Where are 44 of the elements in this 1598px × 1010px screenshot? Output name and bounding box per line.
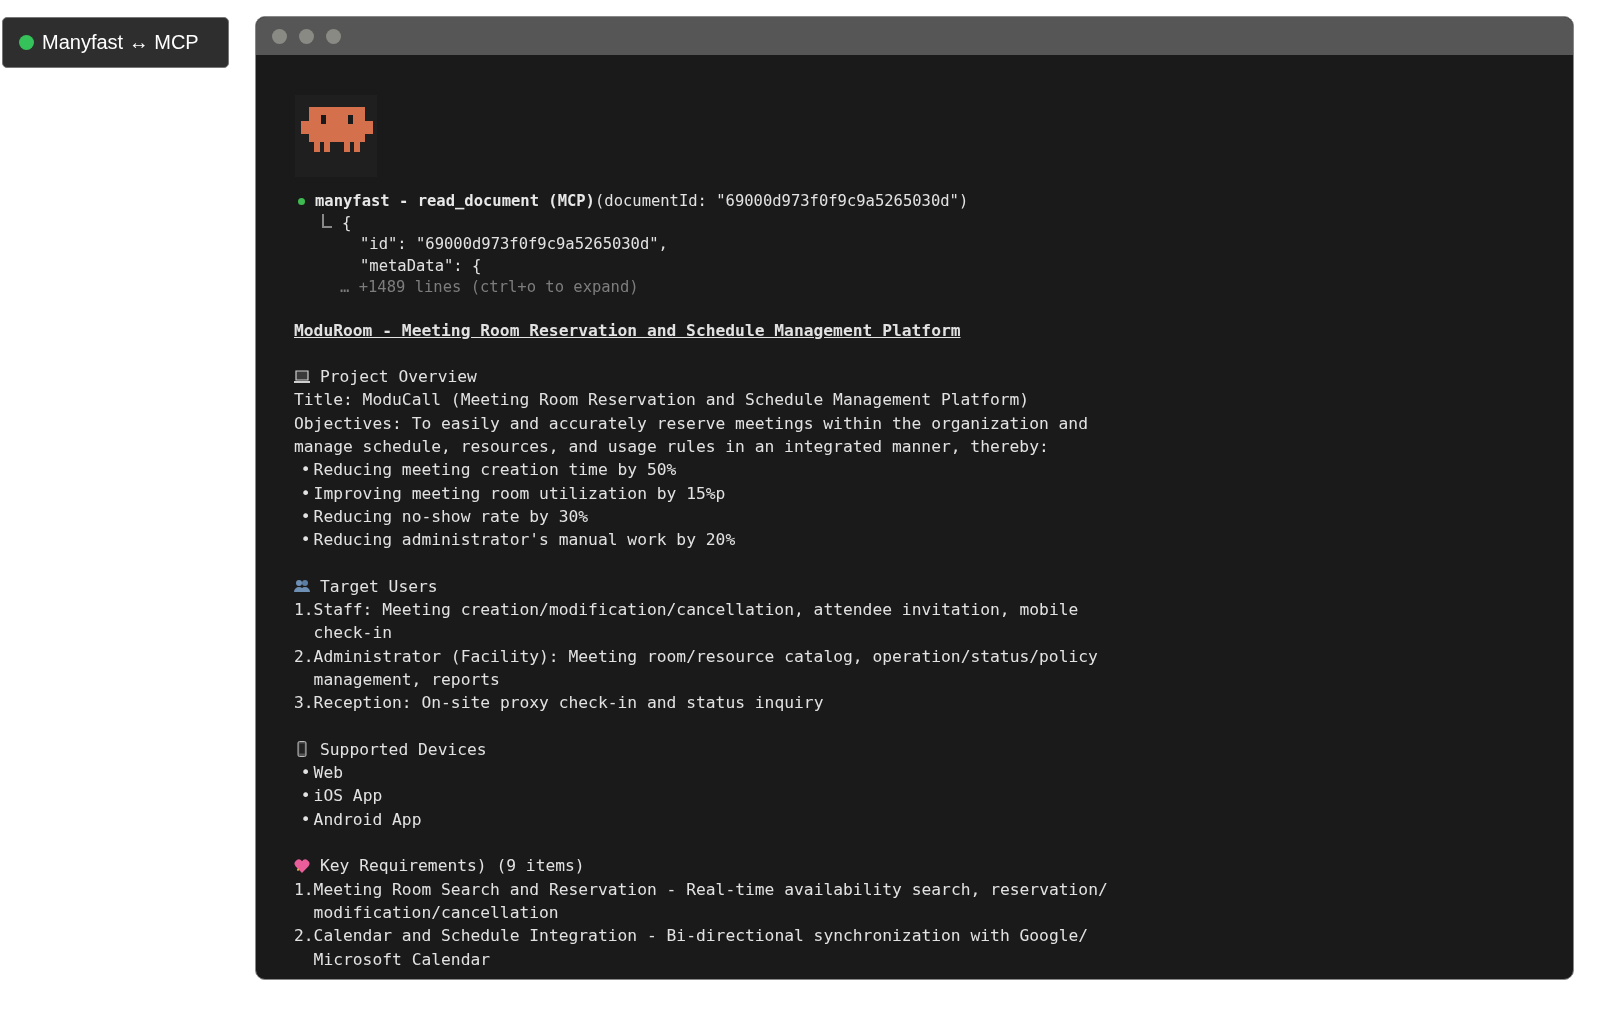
bullet-marker: • (299, 459, 312, 482)
bullet-marker: • (299, 529, 312, 552)
badge-label: Manyfast ↔ MCP (42, 31, 199, 54)
bullet-marker: • (299, 762, 312, 785)
list-number: 1. (294, 878, 314, 901)
close-button[interactable] (272, 28, 287, 44)
section-heading: Target Users (320, 575, 438, 598)
section-heading: Supported Devices (320, 738, 487, 761)
laptop-icon (294, 368, 310, 385)
zoom-button[interactable] (326, 28, 341, 44)
heart-icon (294, 857, 310, 874)
tool-arguments: (documentId: "69000d973f0f9c9a5265030d") (594, 191, 969, 212)
bullet-marker: • (299, 482, 312, 505)
list-item: Web (313, 762, 344, 785)
list-item: Android App (313, 808, 423, 831)
list-item: Reception: On-site proxy check-in and status inquiry (313, 692, 825, 715)
bullet-marker: • (299, 808, 312, 831)
bullet-marker: • (299, 505, 312, 528)
minimize-button[interactable] (299, 28, 314, 44)
list-item: Improving meeting room utilization by 15%p (313, 482, 727, 505)
section-heading: Key Requirements) (9 items) (320, 855, 585, 878)
output-line: "metaData": { (360, 255, 482, 277)
list-item: Reducing administrator's manual work by 20% (313, 529, 737, 552)
list-item: Calendar and Schedule Integration - Bi-directional synchronization with Google/Microsoft Calendar (313, 925, 1090, 971)
list-item: Reducing meeting creation time by 50% (313, 459, 678, 482)
bullet-marker: • (299, 785, 312, 808)
list-number: 3. (294, 692, 314, 715)
text-line: Title: ModuCall (Meeting Room Reservation and Schedule Management Platform) (294, 389, 1031, 412)
connection-badge[interactable]: Manyfast ↔ MCP (2, 17, 229, 68)
people-icon (294, 578, 310, 595)
section-heading: Project Overview (320, 366, 477, 389)
text-line: Objectives: To easily and accurately reserve meetings within the organization and manage schedule, resources, and usage rules in an integrated manner, thereby: (294, 412, 1089, 458)
document-title: ModuRoom - Meeting Room Reservation and Schedule Management Platform (294, 320, 961, 340)
collapsed-lines-hint[interactable]: … +1489 lines (ctrl+o to expand) (340, 278, 639, 296)
list-number: 1. (294, 599, 314, 622)
list-number: 2. (294, 925, 314, 948)
output-line: "id": "69000d973f0f9c9a5265030d", (360, 234, 668, 255)
output-line: { (342, 212, 352, 234)
list-number: 2. (294, 645, 314, 668)
phone-icon (294, 741, 310, 758)
list-item: Reducing no-show rate by 30% (313, 505, 590, 528)
tool-name: manyfast - read_document (MCP) (315, 191, 595, 212)
list-item: iOS App (313, 785, 384, 808)
output-corner-icon (322, 214, 332, 229)
